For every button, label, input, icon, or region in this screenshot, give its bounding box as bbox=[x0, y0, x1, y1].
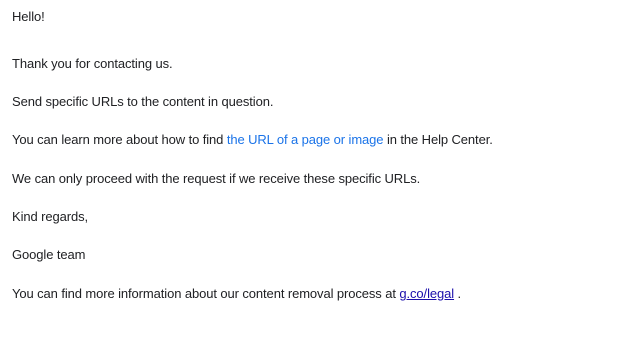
legal-link[interactable]: g.co/legal bbox=[399, 286, 454, 301]
send-urls-text: Send specific URLs to the content in que… bbox=[12, 94, 274, 109]
regards-text: Kind regards, bbox=[12, 209, 89, 224]
url-help-link[interactable]: the URL of a page or image bbox=[227, 132, 384, 147]
greeting-text: Hello! bbox=[12, 9, 45, 24]
info-prefix: You can find more information about our … bbox=[12, 286, 400, 301]
email-body: Hello! Thank you for contacting us. Send… bbox=[0, 0, 641, 341]
learn-more-paragraph: You can learn more about how to find the… bbox=[12, 132, 641, 148]
thanks-text: Thank you for contacting us. bbox=[12, 56, 173, 71]
proceed-text: We can only proceed with the request if … bbox=[12, 171, 421, 186]
learn-more-prefix: You can learn more about how to find bbox=[12, 132, 227, 147]
signature-text: Google team bbox=[12, 247, 86, 262]
info-paragraph: You can find more information about our … bbox=[12, 286, 641, 302]
info-suffix: . bbox=[454, 286, 462, 301]
learn-more-suffix: in the Help Center. bbox=[383, 132, 493, 147]
